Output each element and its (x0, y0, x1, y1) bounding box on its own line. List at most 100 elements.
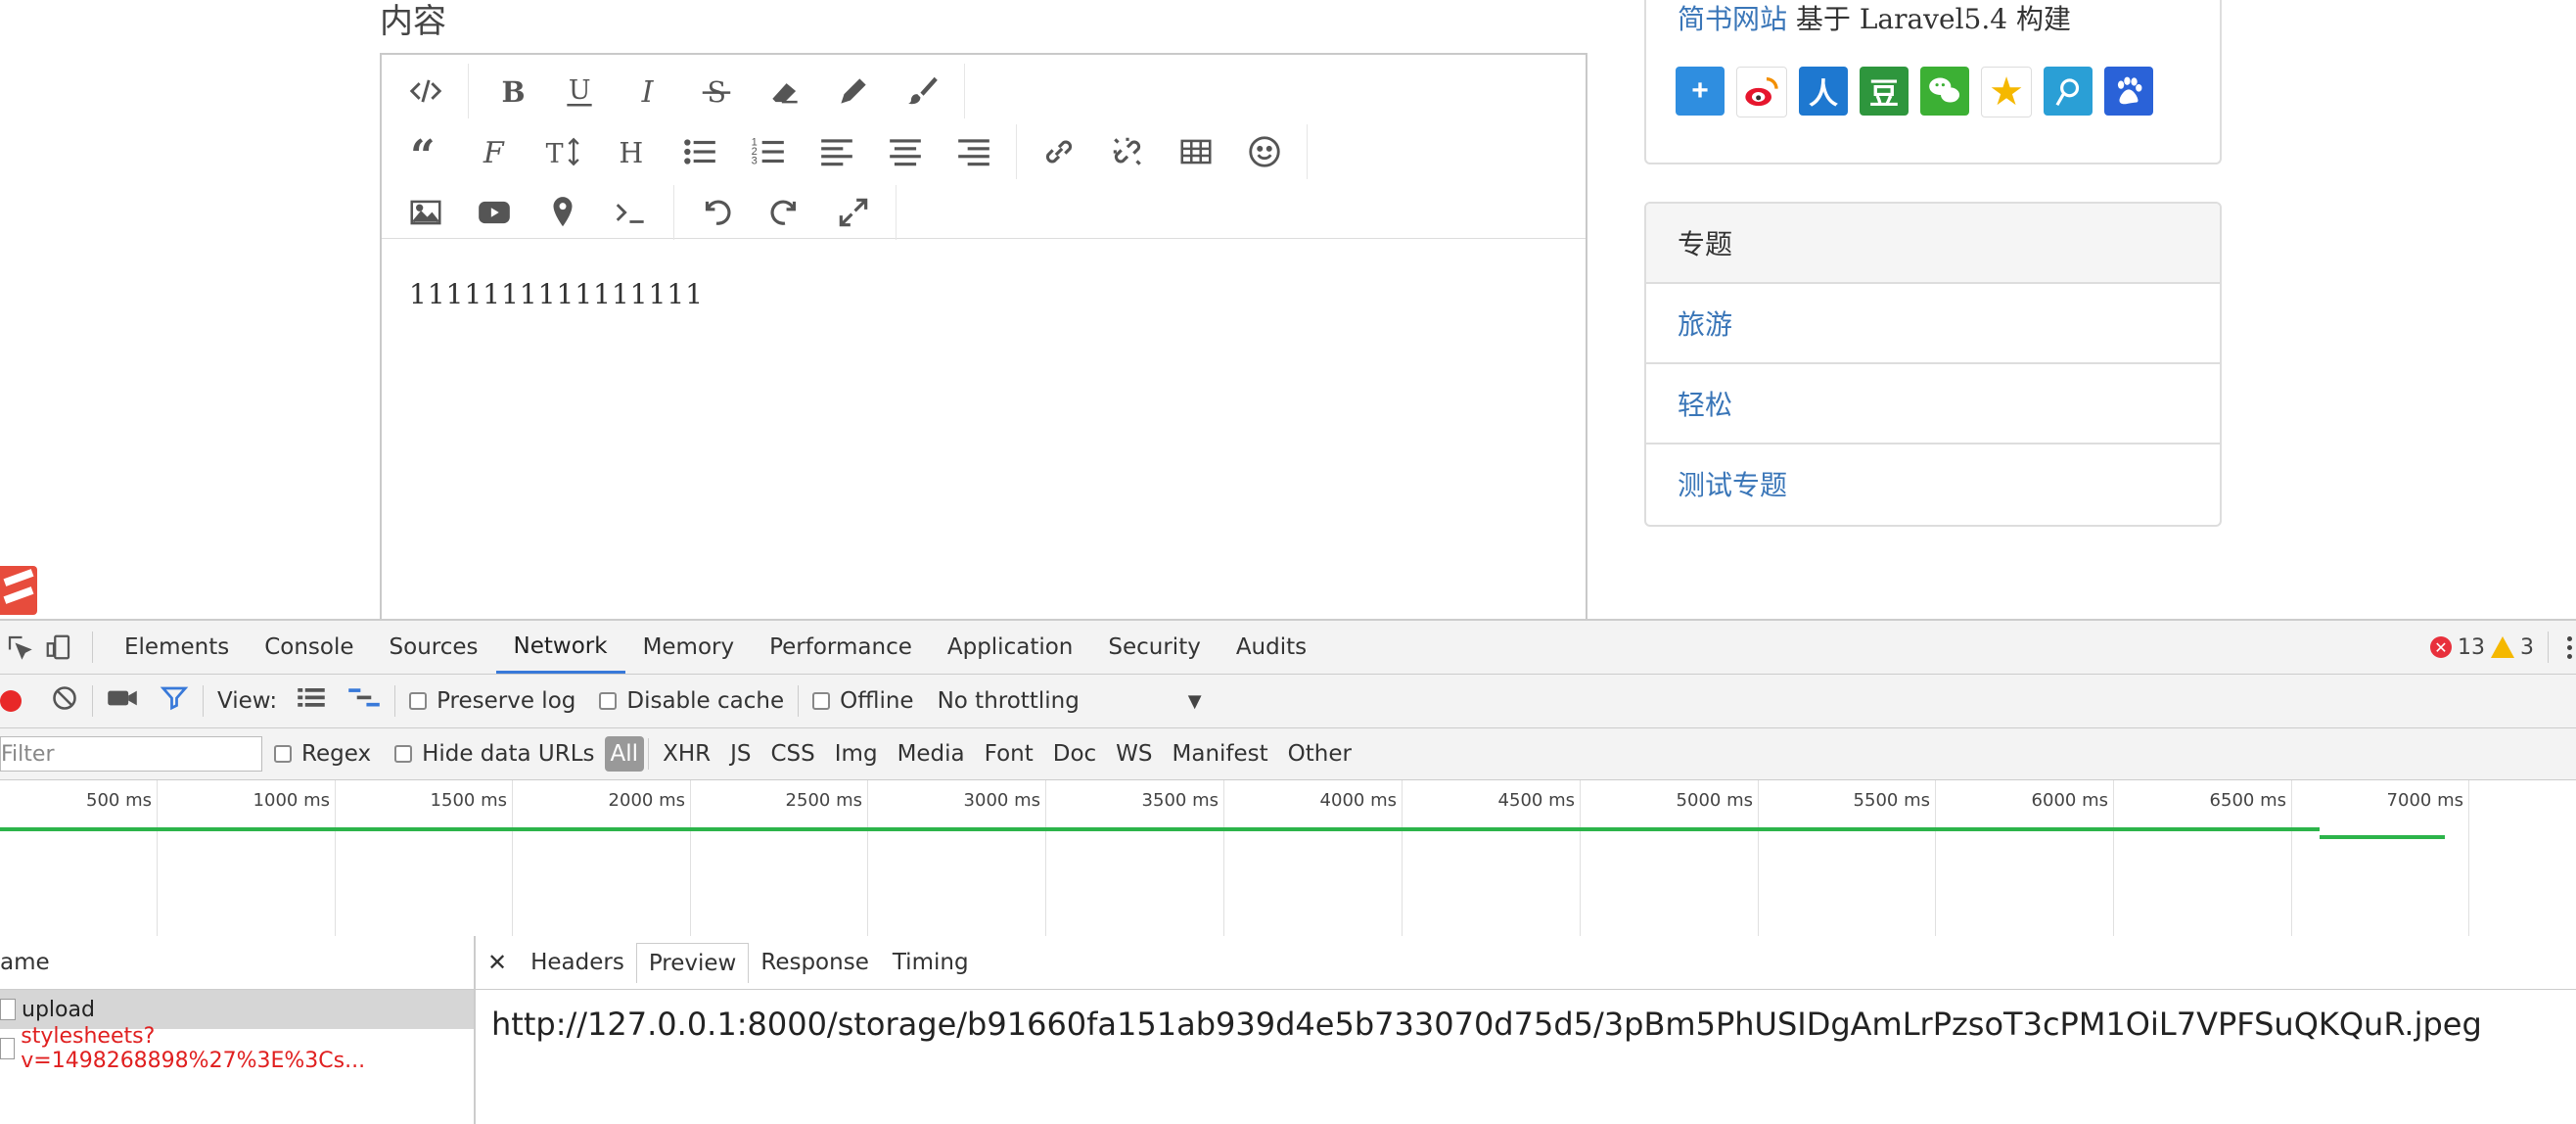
regex-checkbox[interactable] (274, 745, 292, 763)
tab-memory[interactable]: Memory (625, 621, 753, 674)
topic-link[interactable]: 轻松 (1646, 364, 2220, 445)
text-height-icon[interactable]: T (529, 124, 597, 179)
redo-icon[interactable] (751, 185, 819, 240)
site-link[interactable]: 简书网站 (1678, 3, 1787, 35)
tab-preview[interactable]: Preview (635, 942, 750, 983)
name-column-header[interactable]: ame (0, 936, 474, 990)
font-icon[interactable]: F (460, 124, 529, 179)
filter-type-all[interactable]: All (604, 736, 645, 772)
hide-data-urls-checkbox[interactable] (394, 745, 413, 763)
disable-cache-checkbox[interactable] (599, 692, 618, 710)
tab-console[interactable]: Console (247, 621, 371, 674)
terminal-icon[interactable] (597, 185, 666, 240)
underline-icon[interactable]: U (545, 64, 614, 118)
align-right-icon[interactable] (940, 124, 1008, 179)
map-marker-icon[interactable] (529, 185, 597, 240)
inspect-element-icon[interactable] (0, 628, 39, 667)
filter-type-css[interactable]: CSS (761, 736, 825, 772)
svg-text:T: T (546, 139, 564, 169)
capture-screenshots-icon[interactable] (107, 684, 138, 718)
markdown-editor: B U I S “ F T H 123 1111111111111111 (380, 53, 1587, 619)
issue-counters[interactable]: ✕ 13 3 (2430, 621, 2576, 674)
topic-link[interactable]: 测试专题 (1646, 445, 2220, 523)
align-left-icon[interactable] (803, 124, 871, 179)
weibo-icon[interactable] (1736, 67, 1787, 117)
filter-type-manifest[interactable]: Manifest (1163, 736, 1278, 772)
table-icon[interactable] (1162, 124, 1230, 179)
network-overview-timeline[interactable]: 500 ms 1000 ms 1500 ms 2000 ms 2500 ms 3… (0, 780, 2576, 940)
request-bar (2320, 835, 2445, 839)
timeline-tick: 3000 ms (964, 780, 1046, 939)
bullet-list-icon[interactable] (666, 124, 734, 179)
filter-type-doc[interactable]: Doc (1043, 736, 1106, 772)
align-center-icon[interactable] (871, 124, 940, 179)
close-icon[interactable]: ✕ (476, 949, 519, 976)
filter-type-ws[interactable]: WS (1106, 736, 1162, 772)
add-share-icon[interactable]: + (1676, 67, 1725, 116)
image-icon[interactable] (391, 185, 460, 240)
douban-icon[interactable]: 豆 (1860, 67, 1909, 116)
tab-security[interactable]: Security (1090, 621, 1218, 674)
tab-headers[interactable]: Headers (519, 943, 636, 982)
request-row[interactable]: upload (0, 990, 474, 1029)
renren-icon[interactable]: 人 (1799, 67, 1848, 116)
throttling-select[interactable]: No throttling ▼ (938, 688, 1202, 714)
eraser-icon[interactable] (751, 64, 819, 118)
request-row[interactable]: stylesheets?v=1498268898%27%3E%3Cs... (0, 1024, 474, 1073)
record-icon[interactable] (0, 690, 22, 712)
tab-timing[interactable]: Timing (881, 943, 981, 982)
fullscreen-icon[interactable] (819, 185, 888, 240)
heading-icon[interactable]: H (597, 124, 666, 179)
waterfall-overview-icon[interactable] (347, 685, 381, 717)
offline-checkbox[interactable] (812, 692, 831, 710)
tencent-weibo-icon[interactable] (2044, 67, 2093, 116)
device-toolbar-icon[interactable] (39, 628, 78, 667)
baidu-icon[interactable] (2104, 67, 2153, 116)
filter-input[interactable]: Filter (0, 736, 262, 772)
pencil-icon[interactable] (819, 64, 888, 118)
filter-type-js[interactable]: JS (720, 736, 760, 772)
preserve-log-checkbox[interactable] (409, 692, 428, 710)
numbered-list-icon[interactable]: 123 (734, 124, 803, 179)
tab-sources[interactable]: Sources (372, 621, 496, 674)
more-options-icon[interactable] (2562, 635, 2576, 659)
detail-tabbar: ✕ Headers Preview Response Timing (476, 936, 2576, 990)
qzone-icon[interactable]: ★ (1981, 67, 2032, 117)
undo-icon[interactable] (682, 185, 751, 240)
floating-widget-icon[interactable] (0, 566, 37, 615)
toolbar-divider (648, 738, 650, 770)
error-icon: ✕ (2430, 636, 2452, 658)
filter-type-media[interactable]: Media (888, 736, 975, 772)
tab-application[interactable]: Application (930, 621, 1091, 674)
link-icon[interactable] (1025, 124, 1093, 179)
tab-performance[interactable]: Performance (752, 621, 930, 674)
strikethrough-icon[interactable]: S (682, 64, 751, 118)
paintbrush-icon[interactable] (888, 64, 956, 118)
filter-type-other[interactable]: Other (1278, 736, 1361, 772)
tab-audits[interactable]: Audits (1219, 621, 1324, 674)
quote-icon[interactable]: “ (391, 124, 460, 179)
topic-link[interactable]: 旅游 (1646, 284, 2220, 364)
italic-icon[interactable]: I (614, 64, 682, 118)
filter-type-xhr[interactable]: XHR (653, 736, 720, 772)
sidebar-info-panel: 简书网站 基于 Laravel5.4 构建 + 人 豆 ★ (1644, 0, 2222, 164)
site-note: 简书网站 基于 Laravel5.4 构建 (1678, 0, 2071, 37)
tab-network[interactable]: Network (495, 621, 625, 674)
emoji-icon[interactable] (1230, 124, 1299, 179)
filter-icon[interactable] (160, 683, 189, 719)
tab-response[interactable]: Response (749, 943, 880, 982)
clear-icon[interactable] (51, 684, 78, 718)
wechat-icon[interactable] (1920, 67, 1969, 116)
editor-toolbar: B U I S “ F T H 123 (382, 55, 1586, 240)
tab-elements[interactable]: Elements (107, 621, 247, 674)
error-count: 13 (2458, 634, 2485, 660)
filter-type-img[interactable]: Img (825, 736, 888, 772)
large-rows-icon[interactable] (297, 685, 326, 717)
bold-icon[interactable]: B (477, 64, 545, 118)
filter-type-font[interactable]: Font (975, 736, 1043, 772)
video-icon[interactable] (460, 185, 529, 240)
editor-content[interactable]: 1111111111111111 (382, 239, 1586, 350)
topics-title: 专题 (1646, 204, 2220, 284)
code-view-icon[interactable] (391, 64, 460, 118)
unlink-icon[interactable] (1093, 124, 1162, 179)
